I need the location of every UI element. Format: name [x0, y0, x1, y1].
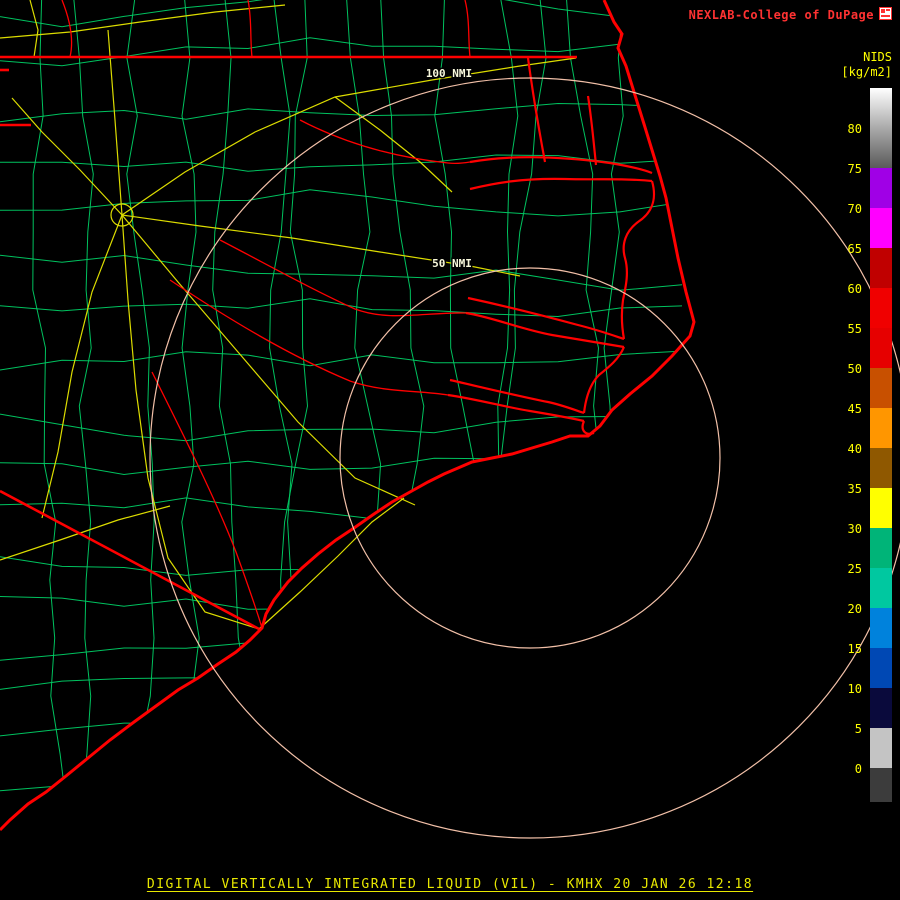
colorbar-step: 60 — [828, 248, 892, 296]
colorbar-units: [kg/m2] — [841, 65, 892, 79]
radar-map: 50 NMI 100 NMI — [0, 0, 900, 839]
colorbar-title: NIDS — [863, 50, 892, 64]
range-ring-50nmi-label: 50 NMI — [432, 257, 472, 270]
radar-display: 50 NMI 100 NMI NEXLAB-College of DuPage … — [0, 0, 900, 900]
colorbar-step: 40 — [828, 408, 892, 456]
colorbar-header: NIDS [kg/m2] — [841, 50, 892, 80]
colorbar-step: 0 — [828, 728, 892, 776]
colorbar-step: 45 — [828, 368, 892, 416]
range-ring-100nmi-label: 100 NMI — [426, 67, 472, 80]
colorbar-step: 15 — [828, 608, 892, 656]
colorbar-step: 55 — [828, 288, 892, 336]
colorbar-step: 10 — [828, 648, 892, 696]
range-ring-50nmi — [339, 267, 721, 649]
colorbar-step: 50 — [828, 328, 892, 376]
colorbar-step: 25 — [828, 528, 892, 576]
cape-fear-river — [151, 371, 263, 629]
cod-flag-icon — [879, 5, 892, 24]
colorbar: 80 75 70 65 60 55 50 45 40 35 30 25 20 15 10 5 0 — [828, 88, 892, 802]
colorbar-cap — [828, 768, 892, 802]
colorbar-step: 65 — [828, 208, 892, 256]
colorbar-step: 75 — [828, 128, 892, 176]
header: NEXLAB-College of DuPage — [689, 5, 892, 24]
range-rings: 50 NMI 100 NMI — [149, 66, 900, 839]
colorbar-step: 5 — [828, 688, 892, 736]
colorbar-step: 70 — [828, 168, 892, 216]
roanoke-river — [299, 119, 471, 165]
colorbar-step: 80 — [828, 88, 892, 136]
brand-text: NEXLAB-College of DuPage — [688, 7, 874, 22]
product-caption: DIGITAL VERTICALLY INTEGRATED LIQUID (VI… — [146, 877, 754, 892]
range-ring-100nmi — [149, 77, 900, 839]
colorbar-step: 20 — [828, 568, 892, 616]
colorbar-step: 30 — [828, 488, 892, 536]
pamlico-river-shore — [465, 296, 625, 349]
neuse-river-upper — [169, 279, 449, 396]
colorbar-step: 35 — [828, 448, 892, 496]
albemarle-sound-shore — [469, 57, 653, 191]
neuse-river-shore — [447, 378, 585, 423]
